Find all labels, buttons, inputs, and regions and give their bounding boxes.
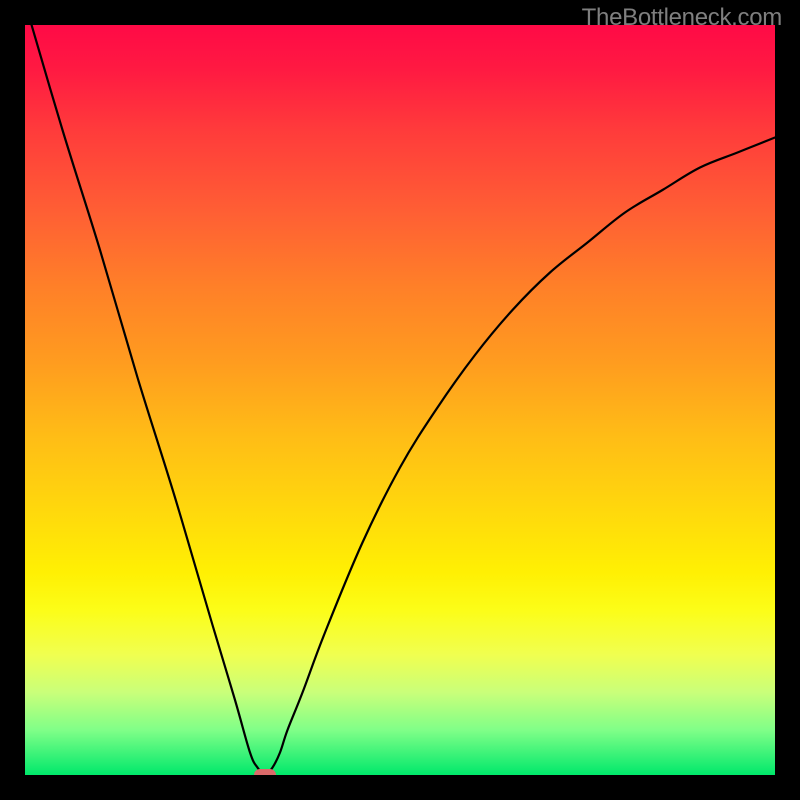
plot-area [25,25,775,775]
chart-frame: TheBottleneck.com [0,0,800,800]
minimum-marker [254,769,276,775]
curve-svg [25,25,775,775]
watermark-text: TheBottleneck.com [582,4,782,32]
bottleneck-curve-path [25,25,775,775]
